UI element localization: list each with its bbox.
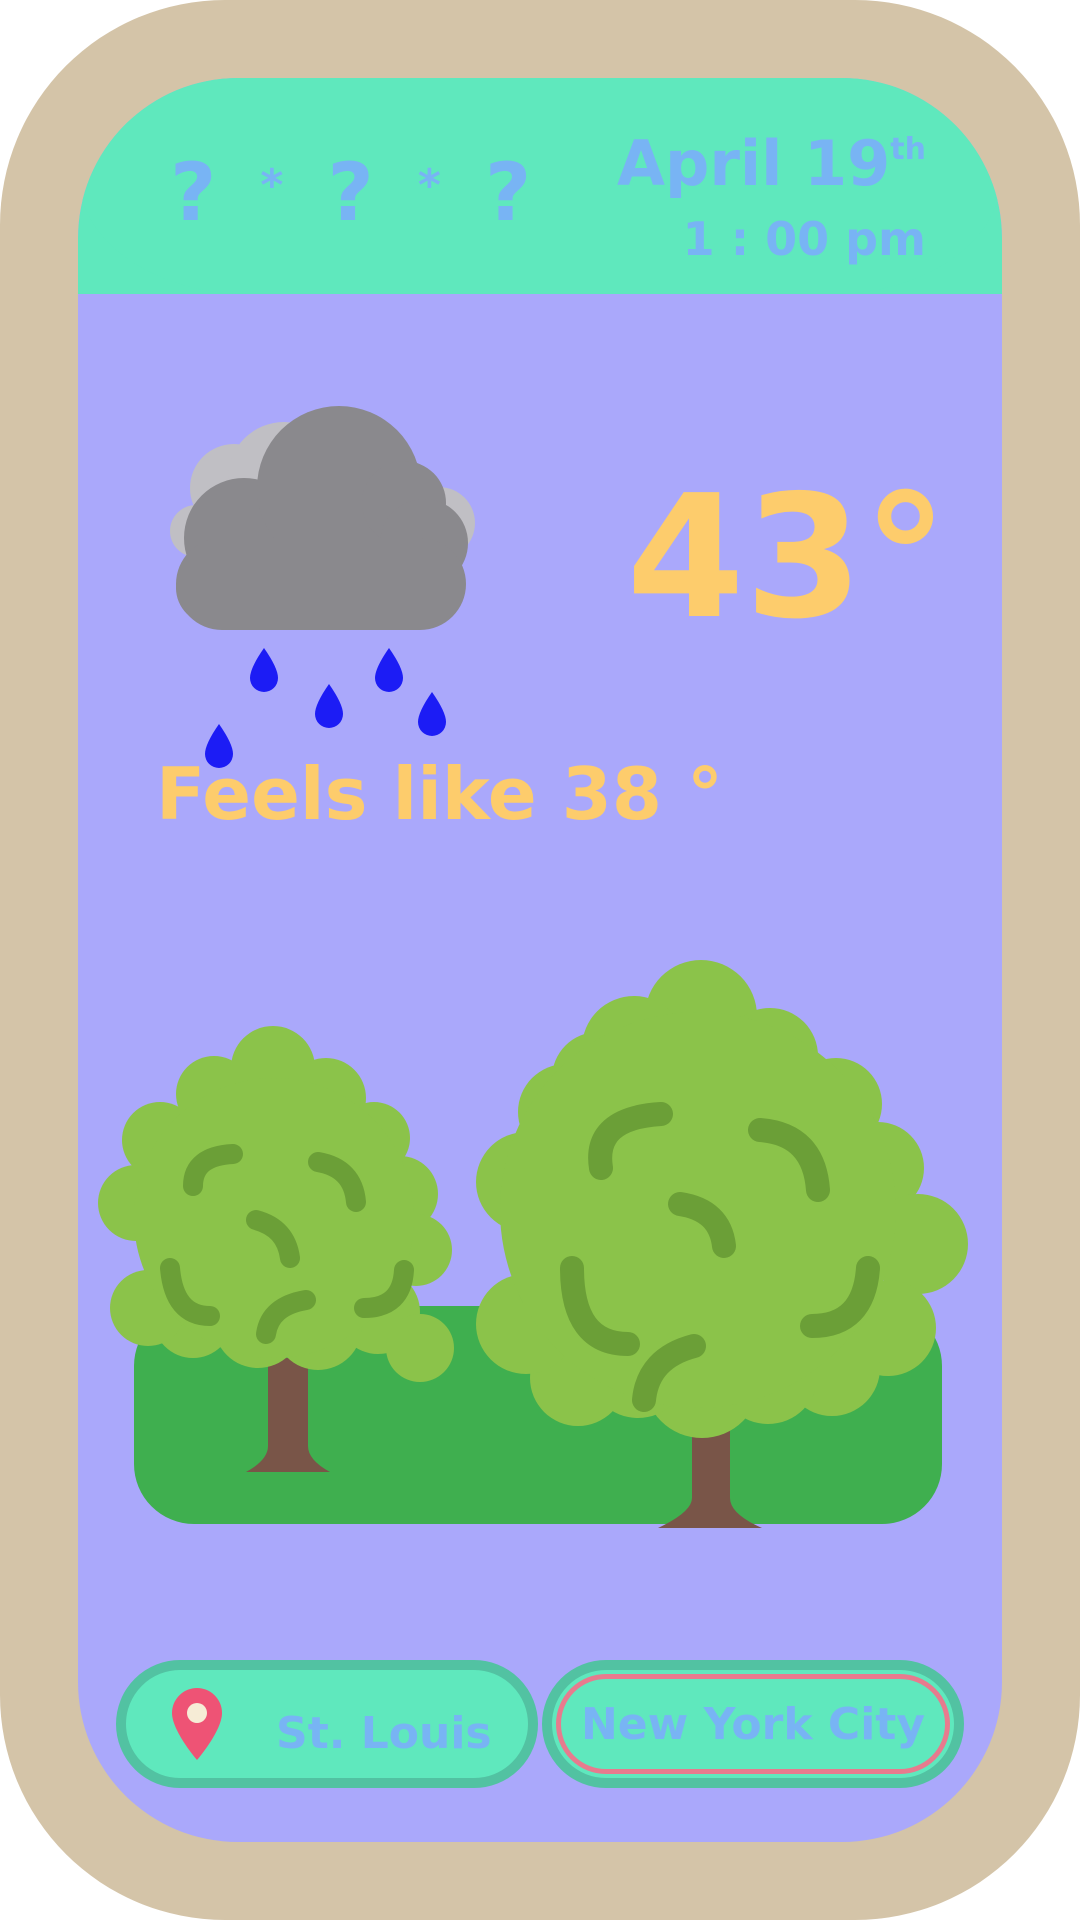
selected-outline: New York City [556,1674,950,1774]
location-label: St. Louis [276,1708,492,1759]
location-button-new-york-city[interactable]: New York City [542,1660,964,1788]
placeholder-char: * [417,160,441,211]
placeholder-char: ? [170,146,217,239]
app-screen: ? * ? * ? April 19th 1 : 00 pm 43° Feels… [78,78,1002,1842]
time: 1 : 00 pm [682,212,926,266]
temperature: 43° [626,459,948,657]
map-pin-icon [172,1688,222,1760]
feels-like: Feels like 38 ° [156,752,723,836]
placeholder-char: ? [484,146,532,239]
date-suffix: th [890,132,926,167]
placeholder-char: * [260,160,284,211]
placeholder-char: ? [327,146,374,239]
location-label: New York City [580,1698,926,1750]
location-placeholder: ? * ? * ? [170,138,531,248]
header: ? * ? * ? April 19th 1 : 00 pm [78,78,1002,294]
tree-scene [98,960,968,1528]
rain-cloud-icon [170,406,475,768]
date: April 19th [616,127,926,200]
date-time: April 19th 1 : 00 pm [617,110,926,274]
location-button-st-louis[interactable]: St. Louis [116,1660,538,1788]
